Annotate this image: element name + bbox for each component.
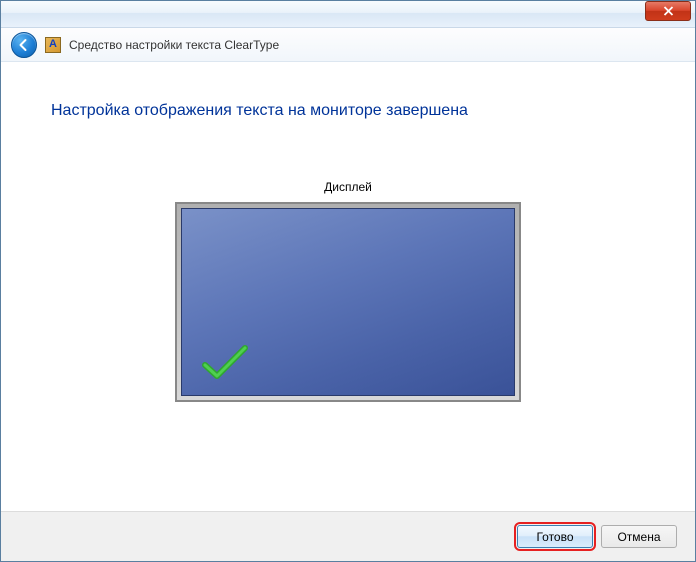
content-area: Настройка отображения текста на мониторе…	[1, 62, 695, 402]
back-arrow-icon	[17, 38, 31, 52]
titlebar	[1, 1, 695, 28]
done-button[interactable]: Готово	[517, 525, 593, 548]
display-label: Дисплей	[51, 180, 645, 194]
cancel-button[interactable]: Отмена	[601, 525, 677, 548]
monitor-preview	[175, 202, 521, 402]
navbar: A Средство настройки текста ClearType	[1, 28, 695, 62]
wizard-window: A Средство настройки текста ClearType На…	[0, 0, 696, 562]
app-icon: A	[45, 37, 61, 53]
close-icon	[663, 6, 674, 16]
page-heading: Настройка отображения текста на мониторе…	[51, 102, 645, 120]
app-icon-letter: A	[49, 39, 57, 50]
back-button[interactable]	[11, 32, 37, 58]
close-button[interactable]	[645, 1, 691, 21]
checkmark-icon	[200, 343, 250, 383]
monitor-screen	[181, 208, 515, 396]
app-title: Средство настройки текста ClearType	[69, 38, 279, 52]
footer: Готово Отмена	[1, 511, 695, 561]
display-section: Дисплей	[51, 180, 645, 402]
